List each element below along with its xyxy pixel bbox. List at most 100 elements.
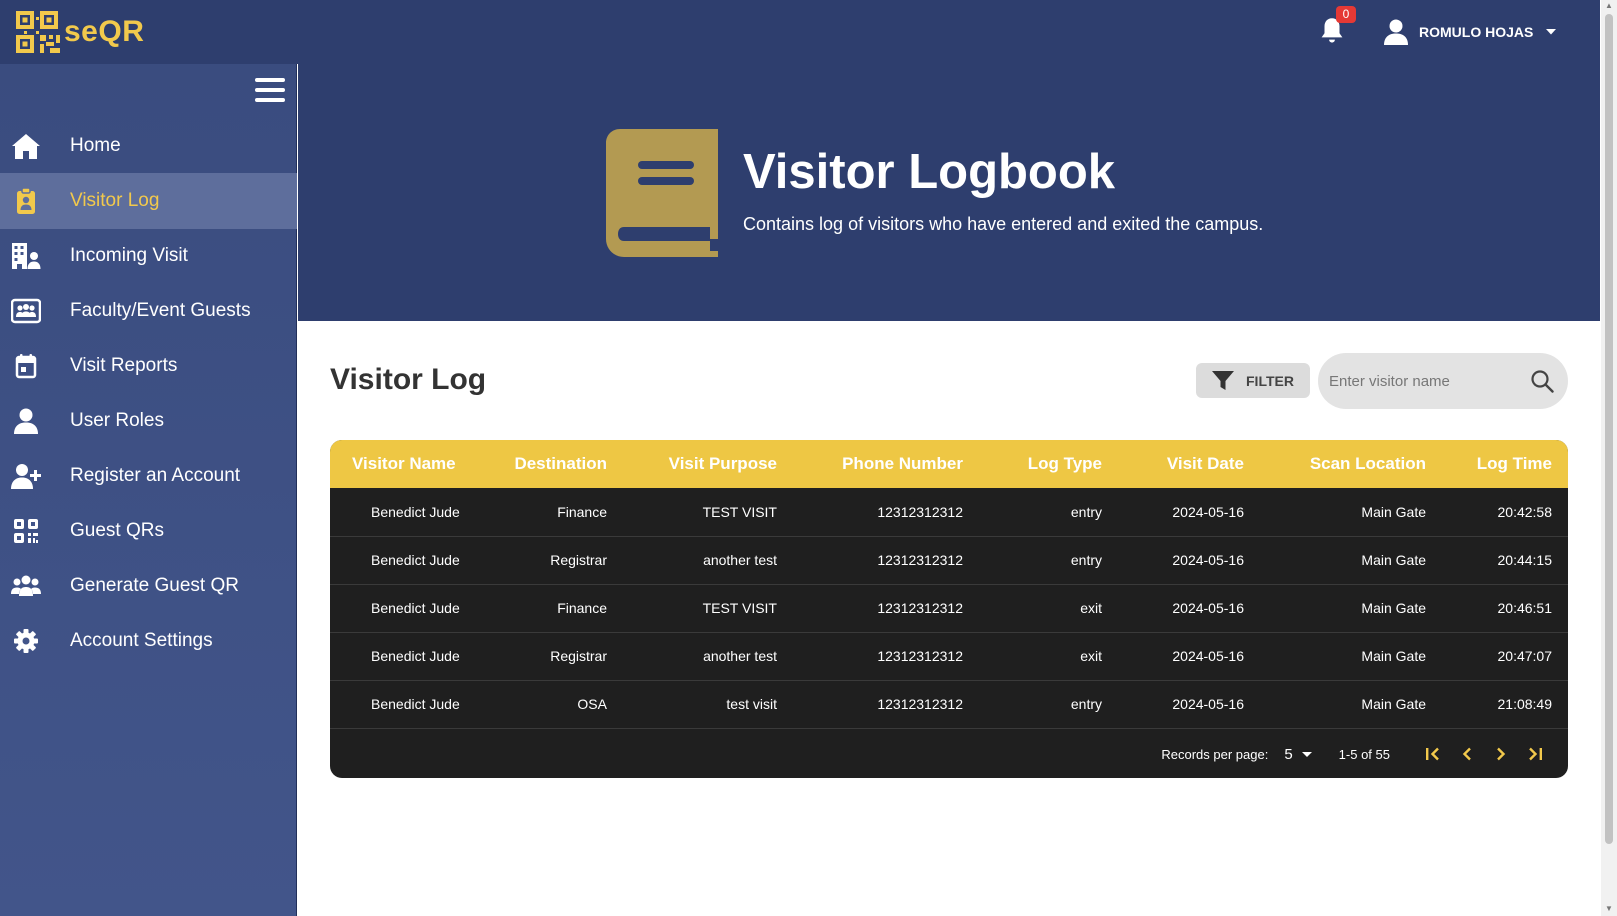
cell-log-type: exit [1080, 600, 1102, 616]
sidebar-item-label: User Roles [70, 410, 164, 431]
sidebar-item-user-roles[interactable]: User Roles [0, 393, 297, 449]
guests-card-icon [11, 298, 41, 324]
sidebar-item-label: Visit Reports [70, 355, 178, 376]
cell-phone-number: 12312312312 [877, 696, 963, 712]
sidebar-item-faculty-event-guests[interactable]: Faculty/Event Guests [0, 283, 297, 339]
column-header-log-type[interactable]: Log Type [979, 440, 1118, 488]
cell-visit-date: 2024-05-16 [1172, 696, 1244, 712]
users-icon [11, 575, 41, 596]
previous-page-button[interactable] [1454, 742, 1480, 766]
cell-phone-number: 12312312312 [877, 648, 963, 664]
page-scrollbar[interactable]: ▲ ▼ [1601, 0, 1617, 916]
cell-scan-location: Main Gate [1361, 648, 1426, 664]
scrollbar-thumb[interactable] [1605, 14, 1613, 844]
table-row[interactable]: Benedict Jude OSA test visit 12312312312… [330, 680, 1568, 728]
chevron-down-icon [1301, 752, 1312, 757]
hero-title: Visitor Logbook [743, 145, 1116, 199]
cell-log-time: 20:46:51 [1497, 600, 1553, 616]
app-logo[interactable]: seQR [16, 11, 144, 53]
records-per-page-select[interactable]: 5 [1284, 746, 1316, 763]
chevron-left-icon [1462, 747, 1471, 761]
cell-destination: Registrar [550, 552, 607, 568]
visitor-log-table: Visitor Name Destination Visit Purpose P… [330, 440, 1568, 778]
cell-visit-purpose: test visit [726, 696, 777, 712]
column-header-visit-date[interactable]: Visit Date [1118, 440, 1260, 488]
cell-destination: Finance [557, 503, 607, 520]
records-per-page-value: 5 [1284, 745, 1293, 763]
cell-visit-date: 2024-05-16 [1172, 600, 1244, 616]
last-page-button[interactable] [1522, 742, 1548, 766]
visitor-search-input[interactable] [1329, 353, 1519, 409]
home-icon [12, 134, 40, 159]
cell-log-time: 20:44:15 [1497, 552, 1553, 568]
cell-destination: Registrar [550, 648, 607, 664]
column-header-destination[interactable]: Destination [477, 440, 623, 488]
cell-log-time: 20:47:07 [1497, 648, 1553, 664]
sidebar-item-visit-reports[interactable]: Visit Reports [0, 338, 297, 394]
cell-phone-number: 12312312312 [877, 503, 963, 520]
sidebar-item-home[interactable]: Home [0, 118, 297, 174]
table-header-row: Visitor Name Destination Visit Purpose P… [330, 440, 1568, 488]
notification-count-badge: 0 [1336, 6, 1356, 23]
filter-button-label: FILTER [1246, 372, 1294, 389]
app-name: seQR [64, 15, 145, 48]
sidebar-item-generate-guest-qr[interactable]: Generate Guest QR [0, 558, 297, 614]
page-range: 1-5 of 55 [1338, 746, 1390, 762]
cell-visitor-name: Benedict Jude [371, 648, 460, 664]
user-icon [14, 408, 38, 434]
gear-icon [14, 629, 38, 653]
pagination-bar: Records per page: 5 1-5 of 55 [330, 730, 1568, 778]
table-row[interactable]: Benedict Jude Registrar another test 123… [330, 632, 1568, 680]
first-page-button[interactable] [1420, 742, 1446, 766]
building-user-icon [12, 243, 41, 269]
sidebar-item-register-account[interactable]: Register an Account [0, 448, 297, 504]
calendar-icon [15, 354, 37, 379]
sidebar-item-label: Visitor Log [70, 190, 160, 211]
sidebar-item-label: Account Settings [70, 630, 213, 651]
page-title: Visitor Log [330, 363, 487, 396]
column-header-scan-location[interactable]: Scan Location [1260, 440, 1442, 488]
user-plus-icon [11, 464, 41, 489]
cell-visit-date: 2024-05-16 [1172, 503, 1244, 520]
cell-visitor-name: Benedict Jude [371, 600, 460, 616]
chevron-down-icon [1546, 29, 1557, 35]
visitor-search [1318, 353, 1568, 409]
filter-button[interactable]: FILTER [1196, 363, 1310, 398]
next-page-button[interactable] [1488, 742, 1514, 766]
cell-visit-date: 2024-05-16 [1172, 648, 1244, 664]
sidebar-item-label: Generate Guest QR [70, 575, 239, 596]
table-row[interactable]: Benedict Jude Registrar another test 123… [330, 536, 1568, 584]
table-row[interactable]: Benedict Jude Finance TEST VISIT 1231231… [330, 584, 1568, 632]
cell-visitor-name: Benedict Jude [371, 696, 460, 712]
hamburger-menu-icon[interactable] [255, 78, 285, 104]
user-menu[interactable]: ROMULO HOJAS [1383, 16, 1557, 48]
user-name: ROMULO HOJAS [1419, 24, 1534, 40]
column-header-phone-number[interactable]: Phone Number [793, 440, 979, 488]
sidebar-item-account-settings[interactable]: Account Settings [0, 613, 297, 669]
cell-visit-purpose: another test [703, 552, 777, 568]
scroll-down-icon[interactable]: ▼ [1605, 905, 1613, 913]
hero-subtitle: Contains log of visitors who have entere… [743, 214, 1264, 234]
cell-scan-location: Main Gate [1361, 600, 1426, 616]
filter-funnel-icon [1212, 370, 1234, 390]
cell-log-type: entry [1070, 696, 1102, 712]
cell-phone-number: 12312312312 [877, 600, 963, 616]
sidebar-item-incoming-visit[interactable]: Incoming Visit [0, 228, 297, 284]
column-header-log-time[interactable]: Log Time [1442, 440, 1568, 488]
scroll-up-icon[interactable]: ▲ [1605, 2, 1613, 10]
chevron-right-icon [1497, 747, 1506, 761]
sidebar-item-label: Guest QRs [70, 520, 164, 541]
sidebar-item-guest-qrs[interactable]: Guest QRs [0, 503, 297, 559]
search-icon[interactable] [1530, 369, 1554, 393]
column-header-visit-purpose[interactable]: Visit Purpose [623, 440, 793, 488]
cell-destination: OSA [577, 696, 607, 712]
table-row[interactable]: Benedict Jude Finance TEST VISIT 1231231… [330, 488, 1568, 536]
cell-log-time: 21:08:49 [1497, 696, 1553, 712]
sidebar-item-visitor-log[interactable]: Visitor Log [0, 173, 297, 229]
qr-logo-icon [16, 11, 60, 53]
book-icon [606, 129, 718, 257]
cell-log-time: 20:42:58 [1497, 503, 1553, 520]
column-header-visitor-name[interactable]: Visitor Name [330, 440, 477, 488]
cell-visit-purpose: TEST VISIT [702, 503, 777, 520]
cell-scan-location: Main Gate [1361, 503, 1426, 520]
